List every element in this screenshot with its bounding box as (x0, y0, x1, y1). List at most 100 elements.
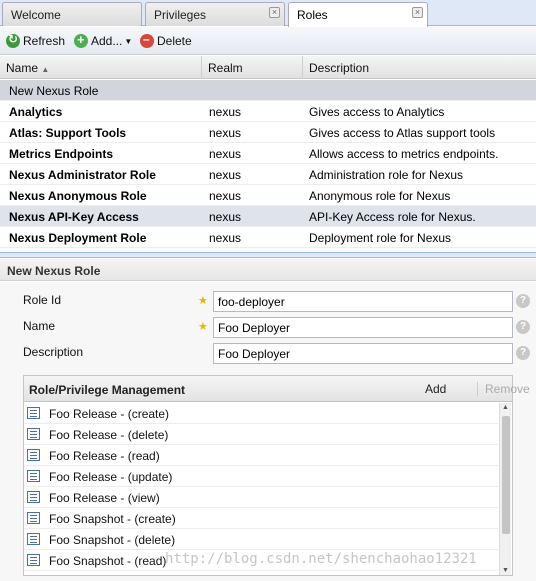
add-icon (74, 32, 88, 48)
tab-welcome[interactable]: Welcome (2, 2, 142, 26)
add-label: Add... (91, 34, 123, 48)
cell-name: Nexus Administrator Role (9, 168, 156, 182)
table-row[interactable]: Metrics Endpoints nexus Allows access to… (0, 143, 536, 164)
table-row[interactable]: Analytics nexus Gives access to Analytic… (0, 101, 536, 122)
table-row[interactable]: Nexus Anonymous Role nexus Anonymous rol… (0, 185, 536, 206)
scrollbar-thumb[interactable] (502, 416, 510, 534)
panel-title: New Nexus Role (0, 259, 536, 281)
description-label: Description (23, 345, 84, 359)
cell-realm: nexus (209, 189, 242, 203)
role-id-field[interactable]: foo-deployer (213, 291, 513, 312)
privilege-icon (27, 554, 40, 566)
column-label: Description (309, 61, 370, 75)
column-header-name[interactable]: Name ▲ (0, 56, 202, 79)
cell-realm: nexus (209, 126, 242, 140)
cell-name: Atlas: Support Tools (9, 126, 127, 140)
tab-roles[interactable]: Roles × (288, 2, 428, 27)
refresh-icon (6, 32, 20, 48)
help-icon[interactable]: ? (516, 320, 530, 334)
list-item[interactable]: Foo Release - (create) (24, 403, 498, 424)
list-item[interactable]: Foo Release - (update) (24, 466, 498, 487)
list-item[interactable]: Foo Release - (view) (24, 487, 498, 508)
management-header: Role/Privilege Management Add Remove (24, 376, 530, 402)
required-star-icon: ★ (198, 321, 208, 333)
list-item-label: Foo Release - (update) (49, 470, 173, 484)
close-icon[interactable]: × (412, 7, 423, 18)
cell-description: Administration role for Nexus (309, 168, 464, 182)
privilege-icon (27, 491, 40, 503)
cell-realm: nexus (209, 231, 242, 245)
cell-realm: nexus (209, 168, 242, 182)
list-item-label: Foo Snapshot - (read) (49, 554, 167, 568)
cell-name: Nexus Anonymous Role (9, 189, 147, 203)
help-icon[interactable]: ? (516, 346, 530, 360)
privilege-icon (27, 470, 40, 482)
required-star-icon: ★ (198, 295, 208, 307)
role-id-label: Role Id (23, 293, 62, 307)
description-field[interactable]: Foo Deployer (213, 343, 513, 364)
name-label: Name (23, 319, 56, 333)
management-title: Role/Privilege Management (29, 383, 186, 397)
list-item-label: Foo Release - (read) (49, 449, 160, 463)
roles-grid: New Nexus Role Analytics nexus Gives acc… (0, 80, 536, 250)
tab-privileges[interactable]: Privileges × (145, 2, 285, 26)
cell-realm: nexus (209, 105, 242, 119)
column-label: Realm (208, 61, 243, 75)
privilege-icon (27, 533, 40, 545)
add-dropdown-button[interactable]: Add... ▼ (74, 32, 132, 50)
column-header-description[interactable]: Description (303, 56, 536, 79)
cell-description: Deployment role for Nexus (309, 231, 452, 245)
toolbar: Refresh Add... ▼ Delete (0, 27, 536, 55)
list-item[interactable]: Foo Snapshot - (create) (24, 508, 498, 529)
table-row[interactable]: Nexus API-Key Access nexus API-Key Acces… (0, 206, 536, 227)
table-row[interactable]: Nexus Deployment Role nexus Deployment r… (0, 227, 536, 248)
cell-realm: nexus (209, 147, 242, 161)
split-handle[interactable] (0, 252, 536, 258)
list-item-label: Foo Snapshot - (delete) (49, 533, 176, 547)
cell-description: Anonymous role for Nexus (309, 189, 451, 203)
vertical-scrollbar[interactable]: ▲ ▼ (499, 403, 511, 575)
list-item-label: Foo Release - (view) (49, 491, 160, 505)
refresh-button[interactable]: Refresh (6, 32, 65, 50)
toolbar-separator (477, 382, 478, 396)
remove-privilege-button[interactable]: Remove (485, 382, 530, 396)
table-row[interactable]: Atlas: Support Tools nexus Gives access … (0, 122, 536, 143)
name-field[interactable]: Foo Deployer (213, 317, 513, 338)
tab-label: Welcome (11, 8, 61, 22)
close-icon[interactable]: × (269, 7, 280, 18)
list-item-label: Foo Snapshot - (create) (49, 512, 176, 526)
column-header-realm[interactable]: Realm (202, 56, 303, 79)
help-icon[interactable]: ? (516, 294, 530, 308)
column-label: Name (6, 61, 39, 75)
privilege-list: Foo Release - (create) Foo Release - (de… (24, 403, 498, 575)
cell-name: New Nexus Role (9, 84, 99, 98)
delete-icon (140, 32, 154, 48)
grid-header: Name ▲ Realm Description (0, 56, 536, 79)
tab-bar: Welcome Privileges × Roles × (0, 0, 536, 27)
delete-label: Delete (157, 34, 192, 48)
cell-description: Gives access to Analytics (309, 105, 445, 119)
list-item[interactable]: Foo Snapshot - (delete) (24, 529, 498, 550)
list-item[interactable]: Foo Release - (delete) (24, 424, 498, 445)
scroll-down-icon[interactable]: ▼ (502, 567, 509, 574)
scroll-up-icon[interactable]: ▲ (502, 404, 509, 411)
privilege-icon (27, 407, 40, 419)
list-item[interactable]: Foo Release - (read) (24, 445, 498, 466)
table-row[interactable]: Nexus Administrator Role nexus Administr… (0, 164, 536, 185)
refresh-label: Refresh (23, 34, 66, 48)
add-privilege-button[interactable]: Add (425, 382, 446, 396)
cell-realm: nexus (209, 210, 242, 224)
cell-description: API-Key Access role for Nexus. (309, 210, 476, 224)
delete-button[interactable]: Delete (140, 32, 192, 50)
list-item-label: Foo Release - (delete) (49, 428, 169, 442)
list-item-label: Foo Release - (create) (49, 407, 170, 421)
privilege-icon (27, 449, 40, 461)
watermark: http://blog.csdn.net/shenchaohao12321 (165, 551, 477, 567)
cell-description: Allows access to metrics endpoints. (309, 147, 499, 161)
tab-label: Roles (297, 8, 328, 22)
cell-description: Gives access to Atlas support tools (309, 126, 496, 140)
table-row[interactable]: New Nexus Role (0, 80, 536, 101)
chevron-down-icon: ▼ (124, 36, 133, 46)
role-privilege-management: Role/Privilege Management Add Remove Foo… (23, 375, 530, 576)
privilege-icon (27, 512, 40, 524)
